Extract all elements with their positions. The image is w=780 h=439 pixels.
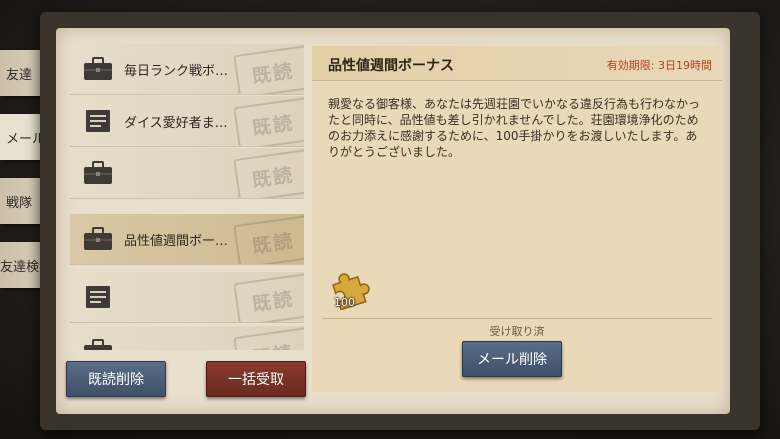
mail-detail-header: 品性値週間ボーナス 有効期限: 3日19時間 bbox=[312, 46, 722, 81]
mail-item-title: 品性値週間ボー… bbox=[124, 234, 229, 249]
mail-item-title: ダイス愛好者ま… bbox=[124, 116, 228, 131]
mail-item[interactable]: 毎日ランク戦ボ… 既読 bbox=[70, 44, 304, 95]
expiry-text: 有効期限: 3日19時間 bbox=[606, 59, 712, 72]
read-stamp: 既読 bbox=[233, 149, 304, 198]
claim-all-button[interactable]: 一括受取 bbox=[206, 361, 306, 397]
read-stamp: 既読 bbox=[233, 327, 304, 350]
mail-body-text: 親愛なる御客様、あなたは先週荘園でいかなる違反行為も行わなかったと同時に、品性値… bbox=[328, 97, 701, 159]
claimed-status: 受け取り済 bbox=[489, 325, 545, 338]
mail-item[interactable]: 既読 bbox=[70, 148, 304, 199]
delete-read-button[interactable]: 既読削除 bbox=[66, 361, 166, 397]
read-stamp: 既読 bbox=[233, 45, 304, 94]
divider bbox=[322, 318, 712, 319]
read-stamp: 既読 bbox=[233, 273, 304, 322]
read-stamp: 既読 bbox=[233, 97, 304, 146]
mail-item-selected[interactable]: 品性値週間ボー… 既読 bbox=[70, 214, 304, 265]
document-icon bbox=[86, 110, 110, 132]
mail-item[interactable]: 既読 bbox=[70, 272, 304, 323]
mail-item[interactable]: ダイス愛好者ま… 既読 bbox=[70, 96, 304, 147]
mail-item[interactable]: 既読 bbox=[70, 326, 304, 350]
read-stamp: 既読 bbox=[233, 215, 304, 264]
briefcase-icon bbox=[84, 57, 112, 80]
reward-count: 100 bbox=[334, 296, 355, 309]
briefcase-icon bbox=[84, 161, 112, 184]
briefcase-icon bbox=[84, 227, 112, 250]
mail-list[interactable]: 毎日ランク戦ボ… 既読 ダイス愛好者ま… 既読 既読 品性値週間ボー… 既読 既… bbox=[70, 44, 304, 350]
mail-item-title: 毎日ランク戦ボ… bbox=[124, 64, 229, 79]
mail-detail-title: 品性値週間ボーナス bbox=[328, 58, 454, 74]
briefcase-icon bbox=[84, 339, 112, 350]
tab-label: 戦隊 bbox=[6, 195, 33, 211]
mail-detail-panel: 品性値週間ボーナス 有効期限: 3日19時間 親愛なる御客様、あなたは先週荘園で… bbox=[312, 46, 722, 392]
tab-label: 友達 bbox=[6, 67, 33, 83]
delete-mail-button[interactable]: メール削除 bbox=[462, 341, 562, 377]
document-icon bbox=[86, 286, 110, 308]
